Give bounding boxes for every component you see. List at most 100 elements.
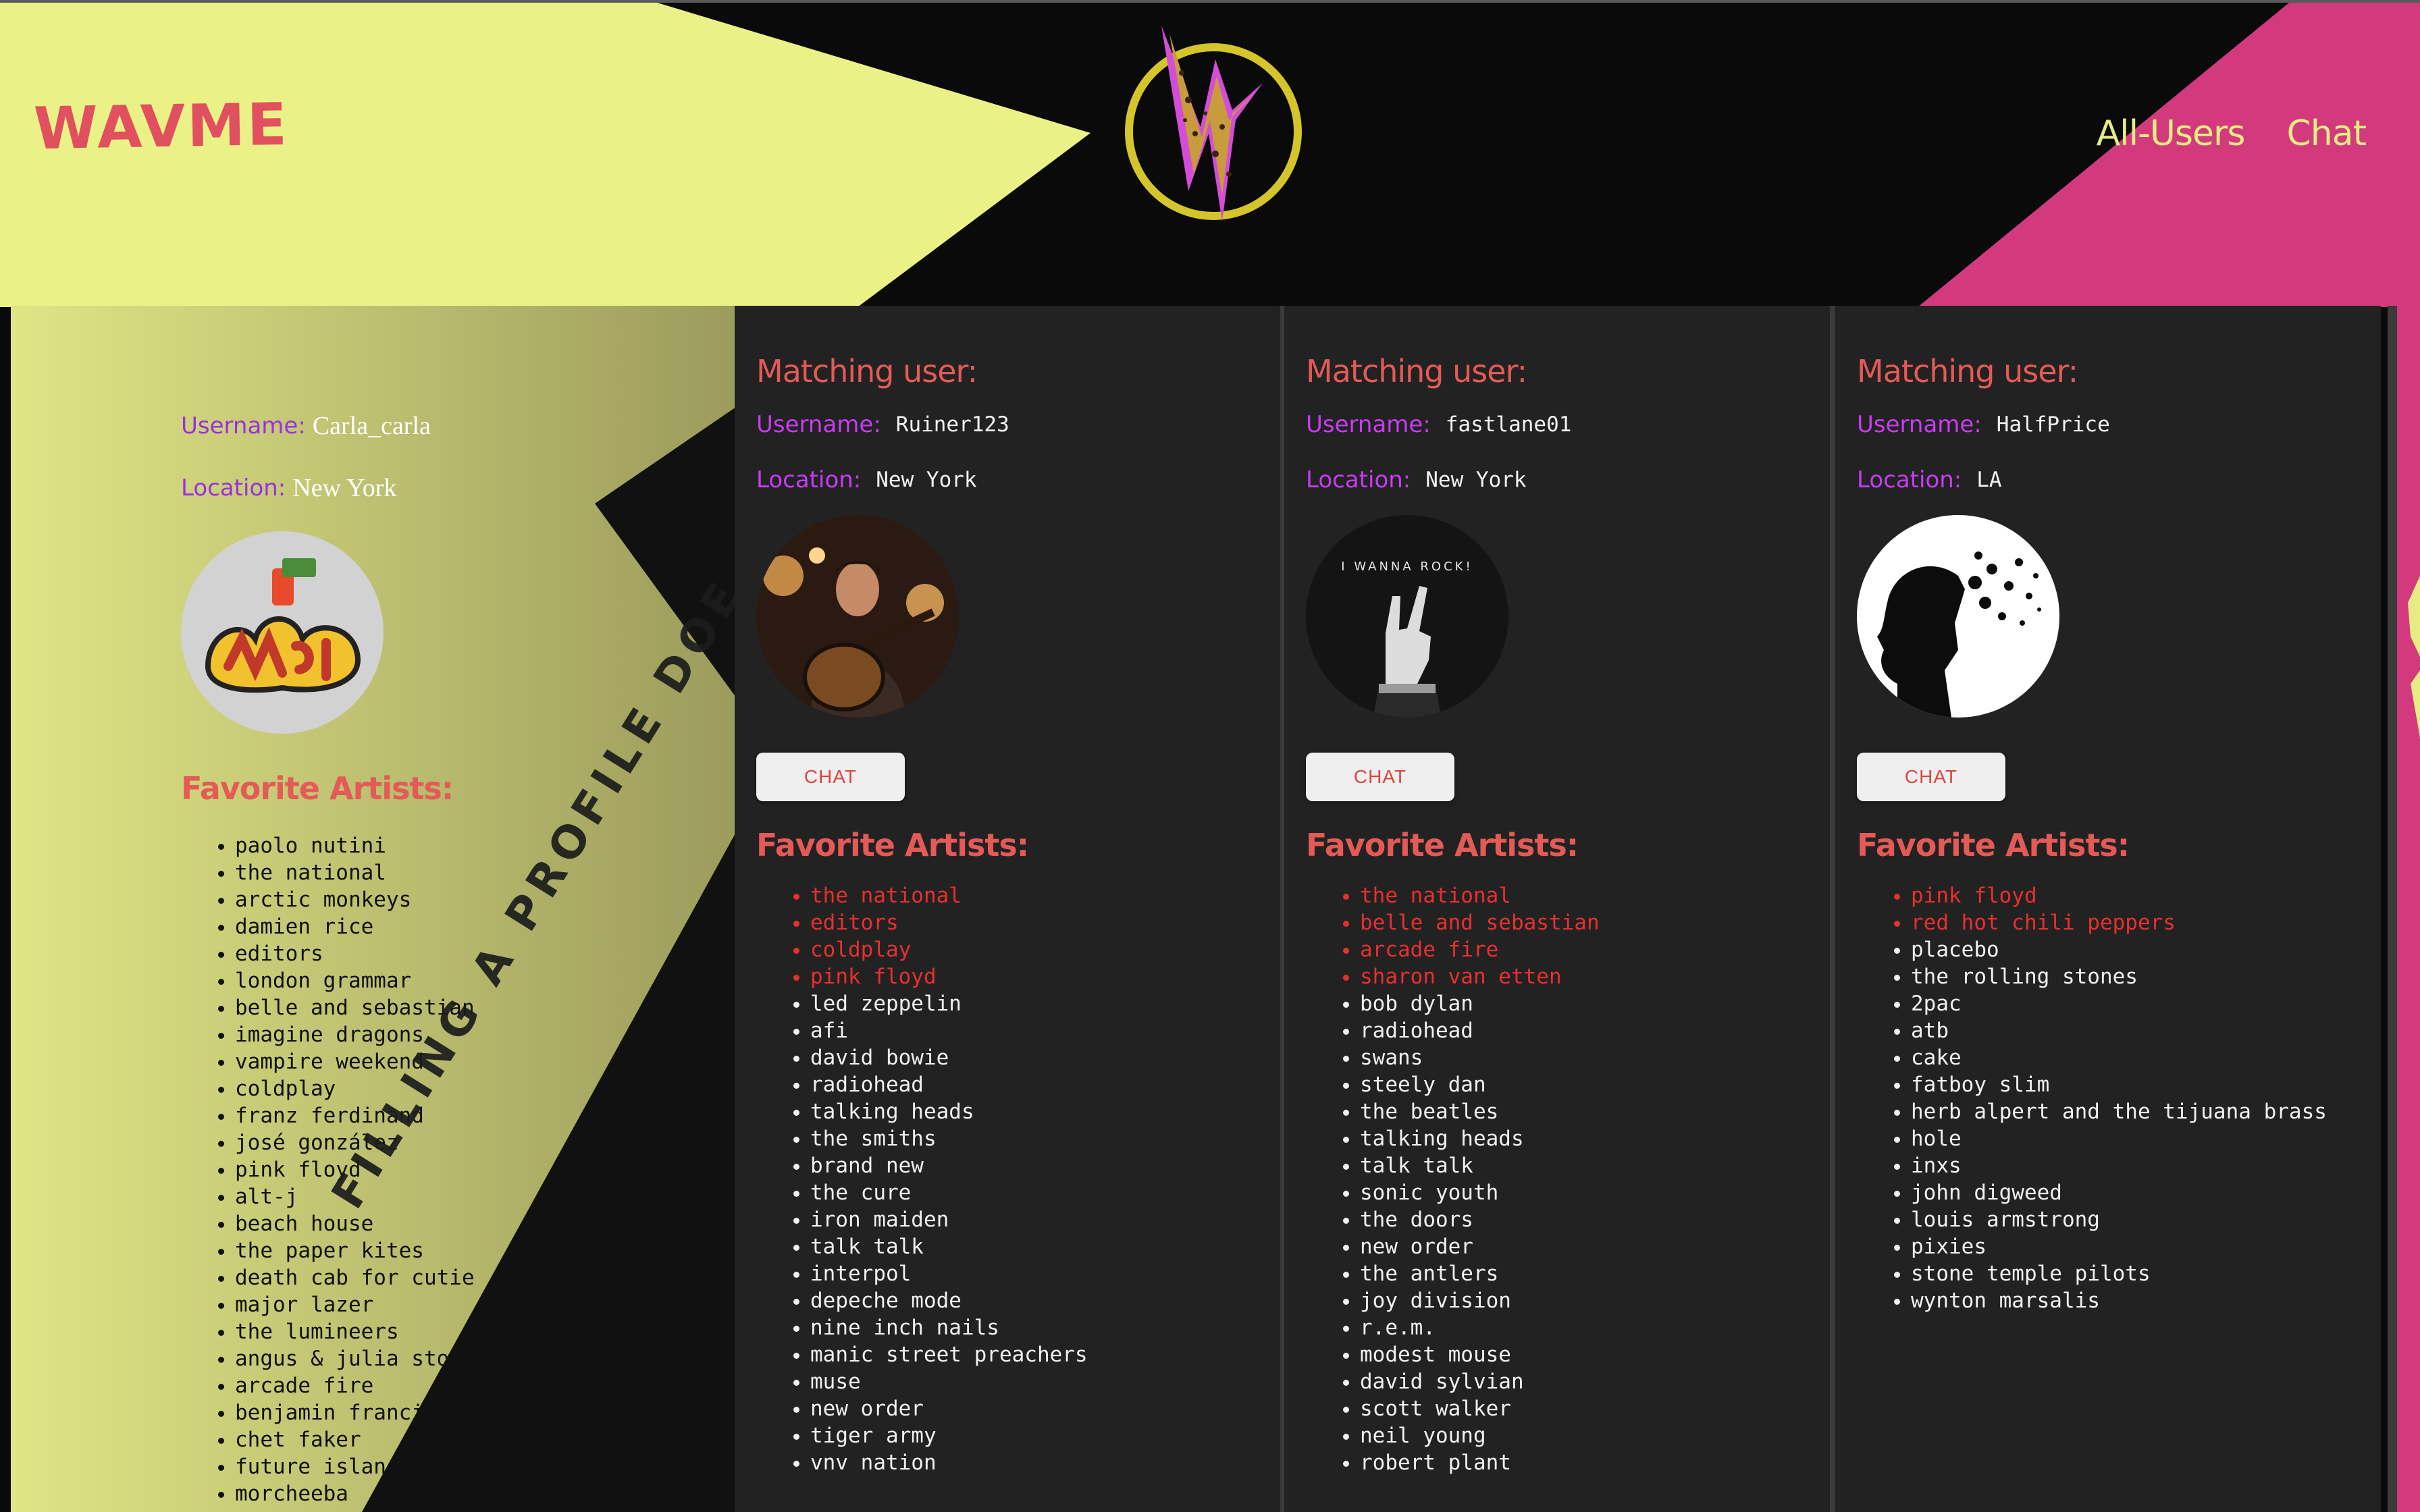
artist-item: vnv nation xyxy=(810,1449,1269,1476)
artist-item: scott walker xyxy=(1360,1395,1819,1422)
artist-item: placebo xyxy=(1911,936,2370,963)
own-favorites-title: Favorite Artists: xyxy=(181,770,454,807)
brand-logo-text[interactable]: WAVME xyxy=(33,91,289,163)
artist-item: major lazer xyxy=(235,1291,735,1318)
match-location-value: LA xyxy=(1976,468,2002,492)
match-username-label: Username: xyxy=(756,411,881,438)
artist-item: afi xyxy=(810,1017,1269,1044)
artist-item: alt-j xyxy=(235,1183,735,1210)
match-username-value: Ruiner123 xyxy=(895,412,1009,437)
artist-item: josé gonzález xyxy=(235,1129,735,1156)
wavme-w-logo-icon[interactable] xyxy=(1121,19,1307,228)
artist-item: david sylvian xyxy=(1360,1368,1819,1395)
artist-item: interpol xyxy=(810,1260,1269,1287)
matched-artist-item: the national xyxy=(810,882,1269,909)
artist-item: depeche mode xyxy=(810,1287,1269,1314)
nav-chat-link[interactable]: Chat xyxy=(2286,113,2367,154)
match-artist-list: the nationalbelle and sebastianarcade fi… xyxy=(1306,882,1819,1476)
artist-item: beach house xyxy=(235,1210,735,1237)
matched-artist-item: arcade fire xyxy=(1360,936,1819,963)
match-heading: Matching user: xyxy=(1306,353,1527,389)
artist-item: the smiths xyxy=(810,1125,1269,1152)
artist-item: morcheeba xyxy=(235,1480,735,1507)
own-username-label: Username: xyxy=(181,412,306,439)
match-heading: Matching user: xyxy=(756,353,978,389)
matched-artist-item: coldplay xyxy=(810,936,1269,963)
own-location-value: New York xyxy=(292,474,397,502)
right-edge-decoration xyxy=(2388,306,2420,1512)
artist-item: herb alpert and the tijuana brass xyxy=(1911,1098,2370,1125)
matched-artist-item: the national xyxy=(1360,882,1819,909)
matched-artist-item: belle and sebastian xyxy=(1360,909,1819,936)
match-artist-list: pink floydred hot chili peppersplaceboth… xyxy=(1857,882,2370,1314)
artist-item: atb xyxy=(1911,1017,2370,1044)
artist-item: radiohead xyxy=(810,1071,1269,1098)
artist-item: the beatles xyxy=(1360,1098,1819,1125)
artist-item: nine inch nails xyxy=(810,1314,1269,1341)
match-location-label: Location: xyxy=(1306,466,1411,493)
match-card: Matching user: Username: HalfPrice Locat… xyxy=(1835,306,2381,1512)
artist-item: talk talk xyxy=(810,1233,1269,1260)
artist-item: steely dan xyxy=(1360,1071,1819,1098)
artist-item: talk talk xyxy=(1360,1152,1819,1179)
nav-all-users-link[interactable]: All-Users xyxy=(2097,113,2246,154)
artist-item: manic street preachers xyxy=(810,1341,1269,1368)
match-heading: Matching user: xyxy=(1857,353,2078,389)
match-card: Matching user: Username: fastlane01 Loca… xyxy=(1284,306,1830,1512)
artist-item: paolo nutini xyxy=(235,832,735,859)
artist-item: radiohead xyxy=(1360,1017,1819,1044)
head-silhouette-music-avatar-icon xyxy=(1857,515,2059,718)
artist-item: stone temple pilots xyxy=(1911,1260,2370,1287)
artist-item: muse xyxy=(810,1368,1269,1395)
artist-item: chet faker xyxy=(235,1426,735,1453)
artist-item: wynton marsalis xyxy=(1911,1287,2370,1314)
artist-item: franz ferdinand xyxy=(235,1102,735,1129)
artist-item: the cure xyxy=(810,1179,1269,1206)
artist-item: sonic youth xyxy=(1360,1179,1819,1206)
matched-artist-item: editors xyxy=(810,909,1269,936)
own-profile-panel: Username: Carla_carla Location: New York… xyxy=(181,407,735,1507)
artist-item: new order xyxy=(810,1395,1269,1422)
artist-item: modest mouse xyxy=(1360,1341,1819,1368)
match-location-row: Location: LA xyxy=(1857,460,2370,500)
match-username-row: Username: fastlane01 xyxy=(1306,404,1819,445)
artist-item: hole xyxy=(1911,1125,2370,1152)
own-location-label: Location: xyxy=(181,475,286,502)
match-username-row: Username: Ruiner123 xyxy=(756,404,1269,445)
match-username-row: Username: HalfPrice xyxy=(1857,404,2370,445)
matched-artist-item: red hot chili peppers xyxy=(1911,909,2370,936)
artist-item: robert plant xyxy=(1360,1449,1819,1476)
top-nav: All-Users Chat xyxy=(2097,113,2367,154)
artist-item: new order xyxy=(1360,1233,1819,1260)
card-divider xyxy=(1830,306,1835,1512)
artist-item: the lumineers xyxy=(235,1318,735,1345)
match-favorites-title: Favorite Artists: xyxy=(1857,827,2130,863)
match-artist-list: the nationaleditorscoldplaypink floydled… xyxy=(756,882,1269,1476)
main-content: Username: Carla_carla Location: New York… xyxy=(11,306,2388,1512)
match-card: Matching user: Username: Ruiner123 Locat… xyxy=(735,306,1280,1512)
artist-item: brand new xyxy=(810,1152,1269,1179)
chat-button[interactable]: CHAT xyxy=(1306,753,1454,801)
artist-item: tiger army xyxy=(810,1422,1269,1449)
artist-item: arctic monkeys xyxy=(235,886,735,913)
matched-artist-item: pink floyd xyxy=(810,963,1269,990)
own-location-row: Location: New York xyxy=(181,469,735,507)
artist-item: the national xyxy=(235,859,735,886)
own-username-value: Carla_carla xyxy=(312,412,431,440)
artist-item: benjamin francis leftwich xyxy=(235,1399,735,1426)
artist-item: vampire weekend xyxy=(235,1048,735,1075)
chat-button[interactable]: CHAT xyxy=(756,753,905,801)
own-username-row: Username: Carla_carla xyxy=(181,407,735,445)
artist-item: inxs xyxy=(1911,1152,2370,1179)
artist-item: cake xyxy=(1911,1044,2370,1071)
artist-item: talking heads xyxy=(1360,1125,1819,1152)
artist-item: pixies xyxy=(1911,1233,2370,1260)
matched-artist-item: sharon van etten xyxy=(1360,963,1819,990)
match-location-row: Location: New York xyxy=(1306,460,1819,500)
artist-item: arcade fire xyxy=(235,1372,735,1399)
match-location-row: Location: New York xyxy=(756,460,1269,500)
artist-item: david bowie xyxy=(810,1044,1269,1071)
match-username-label: Username: xyxy=(1857,411,1982,438)
music-graffiti-avatar-icon xyxy=(181,531,384,734)
chat-button[interactable]: CHAT xyxy=(1857,753,2005,801)
